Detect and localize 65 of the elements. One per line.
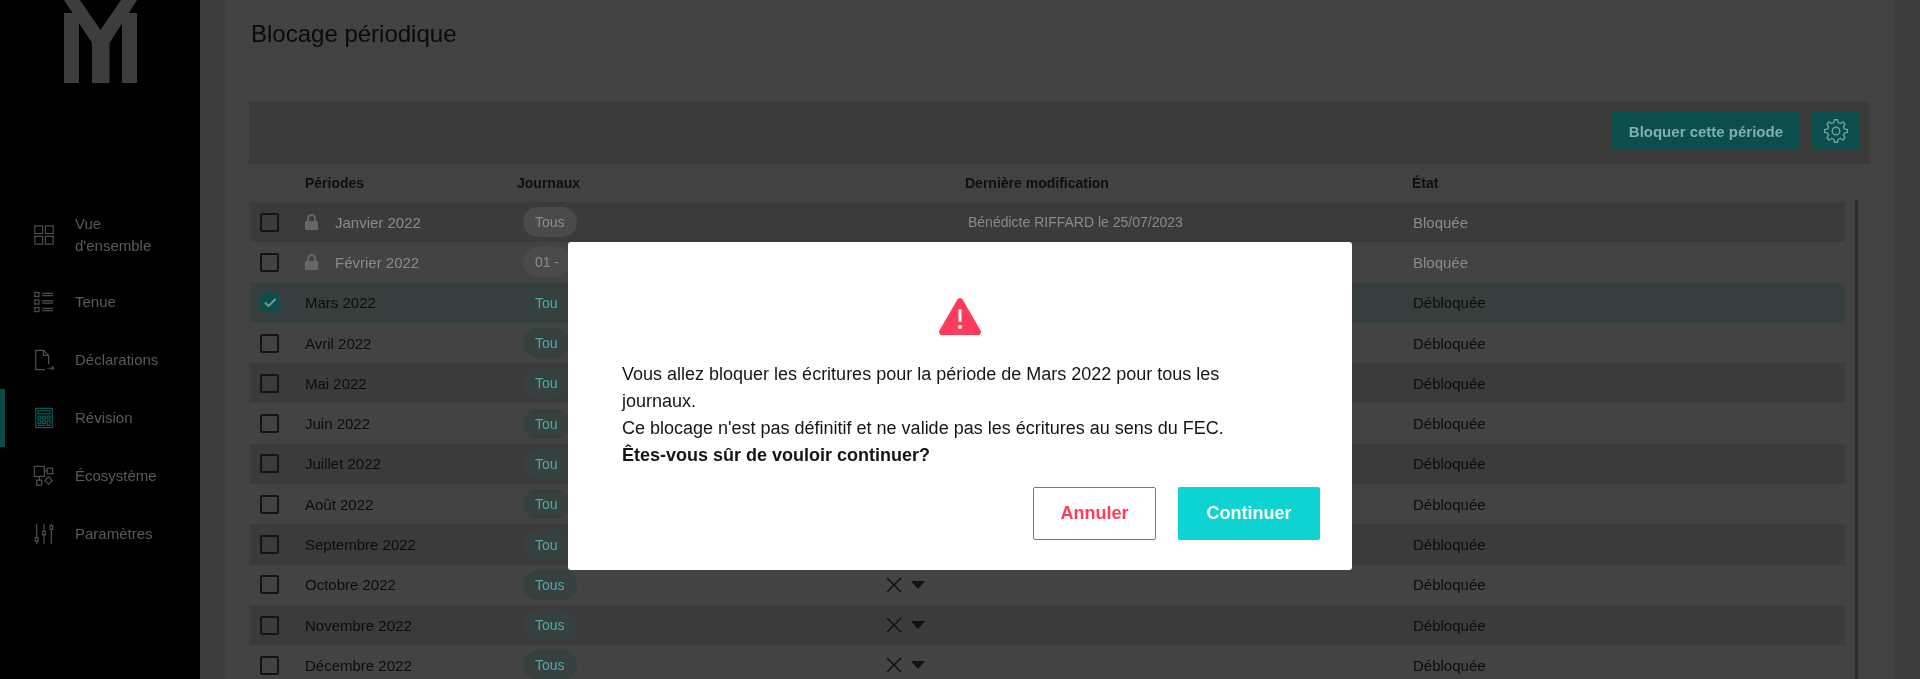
state-text: Débloquée [1413, 656, 1486, 674]
continue-button[interactable]: Continuer [1178, 487, 1320, 540]
nav-item[interactable]: Écosystème [0, 447, 200, 505]
checkbox[interactable] [260, 535, 279, 554]
journal-tag: Tous [523, 569, 577, 600]
nav-item[interactable]: Déclarations [0, 331, 200, 389]
period-name: Janvier 2022 [335, 213, 421, 231]
settings-button[interactable] [1812, 112, 1859, 150]
document-arrow-icon [33, 349, 55, 371]
clear-icon[interactable] [886, 617, 902, 634]
calculator-icon [33, 407, 55, 429]
journal-tag: Tou [523, 448, 570, 479]
checkbox[interactable] [260, 575, 279, 595]
journal-tag: Tou [523, 408, 570, 439]
checkbox[interactable] [260, 252, 279, 272]
dropdown-caret-icon[interactable] [911, 580, 925, 589]
journal-tag: Tous [523, 650, 577, 679]
dropdown-caret-icon[interactable] [911, 661, 925, 670]
journal-tag: Tous [523, 207, 577, 238]
diagram-icon [33, 465, 55, 487]
checkbox[interactable] [260, 414, 279, 434]
clear-icon[interactable] [886, 576, 902, 593]
state-text: Bloquée [1413, 253, 1469, 271]
lock-icon [305, 254, 318, 271]
checkbox[interactable] [260, 373, 279, 393]
checkbox[interactable] [260, 615, 279, 635]
period-name: Février 2022 [335, 253, 420, 271]
journal-tag: Tou [523, 368, 570, 399]
block-period-button[interactable]: Bloquer cette période [1611, 112, 1800, 150]
sliders-icon [33, 523, 55, 545]
checkmark-icon [263, 298, 276, 308]
warning-icon [938, 296, 982, 336]
settings-icon [1822, 118, 1849, 144]
state-text: Débloquée [1413, 415, 1486, 433]
cancel-button[interactable]: Annuler [1033, 487, 1156, 540]
period-name: Août 2022 [305, 495, 374, 513]
checklist-icon [33, 291, 55, 313]
lock-icon [305, 214, 318, 231]
dialog-note: Ce blocage n'est pas définitif et ne valide pas les écritures au sens du FEC. [622, 417, 1225, 440]
state-text: Débloquée [1413, 576, 1486, 594]
journal-tag: Tou [523, 328, 570, 359]
state-text: Débloquée [1413, 334, 1486, 352]
dropdown-caret-icon[interactable] [911, 621, 925, 630]
checkbox[interactable] [260, 454, 279, 474]
checkbox[interactable] [260, 655, 279, 675]
period-name: Avril 2022 [305, 334, 372, 352]
checkbox[interactable] [260, 494, 279, 514]
dialog-message: Vous allez bloquer les écritures pour la période de Mars 2022 pour tous les journaux. [622, 363, 1221, 413]
journal-tag: Tous [523, 610, 577, 641]
checkbox[interactable] [260, 333, 279, 353]
page-title: Blocage périodique [251, 19, 457, 49]
nav-item[interactable]: Vue d'ensemble [0, 197, 200, 273]
state-text: Débloquée [1413, 495, 1486, 513]
checkbox[interactable] [260, 212, 279, 232]
state-text: Bloquée [1413, 213, 1469, 231]
nav-item[interactable]: Paramètres [0, 505, 200, 563]
dialog-question: Êtes-vous sûr de vouloir continuer? [622, 443, 932, 467]
modified-by-text: Bénédicte RIFFARD le 25/07/2023 [968, 214, 1183, 231]
clear-icon[interactable] [886, 657, 902, 674]
nav-item[interactable]: Tenue [0, 273, 200, 331]
checkbox[interactable] [260, 293, 279, 313]
journal-tag: Tou [523, 489, 570, 520]
journal-tag: Tou [523, 529, 570, 560]
grid-icon [33, 224, 55, 246]
nav-item[interactable]: Révision [0, 389, 200, 447]
